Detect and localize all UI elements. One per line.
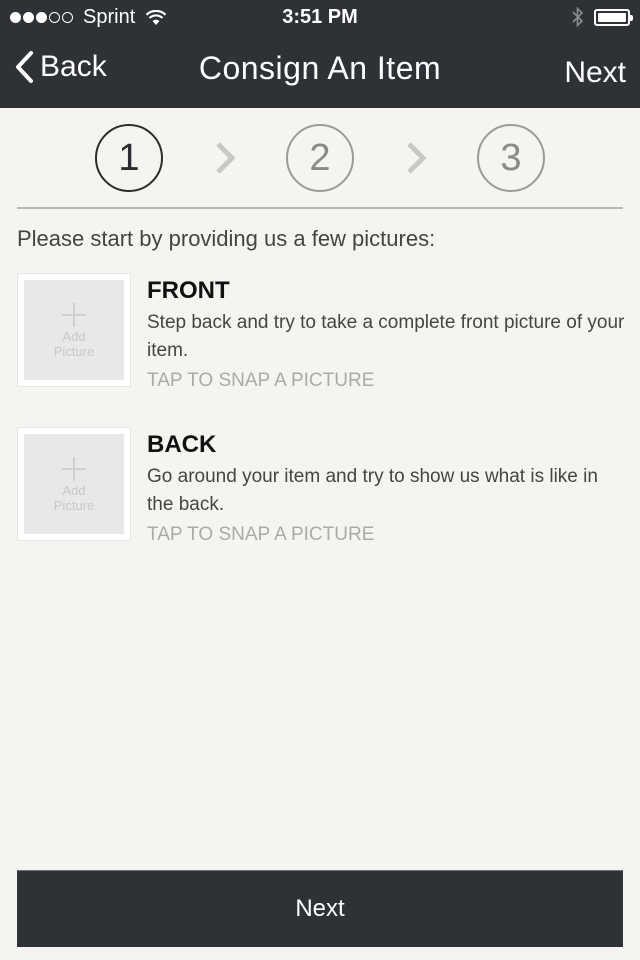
- page-title: Consign An Item: [198, 50, 442, 86]
- plus-icon: [62, 457, 86, 481]
- battery-icon: [594, 8, 633, 26]
- step-indicator: 1 2 3: [0, 124, 640, 194]
- nav-next-button[interactable]: Next: [564, 56, 626, 90]
- item-heading: BACK: [147, 431, 217, 458]
- item-heading: FRONT: [147, 277, 230, 304]
- tap-to-snap-link[interactable]: TAP TO SNAP A PICTURE: [147, 370, 374, 392]
- next-button[interactable]: Next: [17, 870, 623, 947]
- status-bar: Sprint 3:51 PM: [0, 0, 640, 36]
- battery-fill: [598, 12, 626, 22]
- photo-item-back: Add Picture BACK Go around your item and …: [17, 427, 623, 547]
- step-3: 3: [477, 124, 545, 192]
- nav-bar: Back Consign An Item Next: [0, 36, 640, 108]
- step-chevron-icon: [407, 142, 427, 174]
- step-1: 1: [95, 124, 163, 192]
- add-picture-label: Add Picture: [53, 483, 95, 513]
- add-picture-label: Add Picture: [53, 329, 95, 359]
- step-2: 2: [286, 124, 354, 192]
- photo-item-front: Add Picture FRONT Step back and try to ta…: [17, 273, 624, 393]
- add-picture-front[interactable]: Add Picture: [17, 273, 131, 387]
- plus-icon: [62, 303, 86, 327]
- status-time: 3:51 PM: [282, 6, 358, 28]
- add-picture-back[interactable]: Add Picture: [17, 427, 131, 541]
- status-right: [572, 6, 633, 28]
- thumb-placeholder: Add Picture: [24, 280, 124, 380]
- item-description: Step back and try to take a complete fro…: [147, 312, 625, 361]
- divider: [17, 207, 623, 209]
- bluetooth-icon: [572, 6, 584, 28]
- tap-to-snap-link[interactable]: TAP TO SNAP A PICTURE: [147, 524, 374, 546]
- intro-text: Please start by providing us a few pictu…: [17, 226, 436, 251]
- item-description: Go around your item and try to show us w…: [147, 466, 598, 515]
- step-chevron-icon: [216, 142, 236, 174]
- thumb-placeholder: Add Picture: [24, 434, 124, 534]
- top-bar: Sprint 3:51 PM Back Consign An Item Next: [0, 0, 640, 108]
